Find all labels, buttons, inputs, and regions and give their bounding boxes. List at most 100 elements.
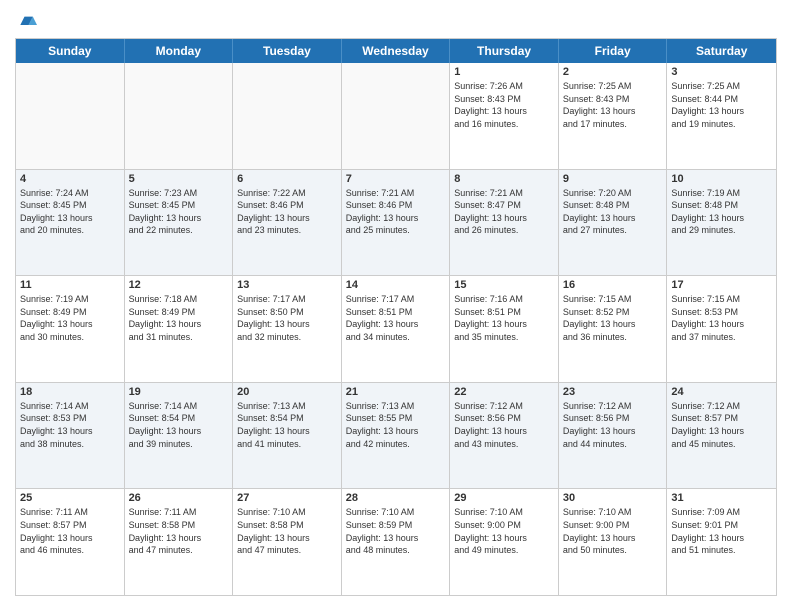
cell-info: Sunrise: 7:24 AMSunset: 8:45 PMDaylight:…	[20, 187, 120, 237]
calendar-cell: 15Sunrise: 7:16 AMSunset: 8:51 PMDayligh…	[450, 276, 559, 382]
day-number: 12	[129, 279, 229, 291]
cell-info: Sunrise: 7:20 AMSunset: 8:48 PMDaylight:…	[563, 187, 663, 237]
day-number: 24	[671, 386, 772, 398]
day-number: 11	[20, 279, 120, 291]
calendar-cell: 11 Sunrise: 7:19 AMSunset: 8:49 PMDayligh…	[16, 276, 125, 382]
cell-info: Sunrise: 7:23 AMSunset: 8:45 PMDaylight:…	[129, 187, 229, 237]
calendar-cell: 22Sunrise: 7:12 AMSunset: 8:56 PMDayligh…	[450, 383, 559, 489]
calendar-cell	[125, 63, 234, 169]
calendar-cell: 14 Sunrise: 7:17 AMSunset: 8:51 PMDayligh…	[342, 276, 451, 382]
calendar-cell: 2Sunrise: 7:25 AMSunset: 8:43 PMDaylight…	[559, 63, 668, 169]
calendar-cell: 3 Sunrise: 7:25 AMSunset: 8:44 PMDaylight…	[667, 63, 776, 169]
calendar-body: 1 Sunrise: 7:26 AMSunset: 8:43 PMDaylight…	[16, 63, 776, 595]
calendar-cell: 27 Sunrise: 7:10 AMSunset: 8:58 PMDayligh…	[233, 489, 342, 595]
day-number: 20	[237, 386, 337, 398]
cell-info: Sunrise: 7:14 AMSunset: 8:54 PMDaylight:…	[129, 400, 229, 450]
cell-info: Sunrise: 7:21 AMSunset: 8:46 PMDaylight:…	[346, 187, 446, 237]
day-number: 13	[237, 279, 337, 291]
calendar-cell	[16, 63, 125, 169]
logo	[15, 10, 37, 30]
calendar-header-wednesday: Wednesday	[342, 39, 451, 63]
cell-info: Sunrise: 7:21 AMSunset: 8:47 PMDaylight:…	[454, 187, 554, 237]
day-number: 31	[671, 492, 772, 504]
day-number: 17	[671, 279, 772, 291]
calendar-cell: 1 Sunrise: 7:26 AMSunset: 8:43 PMDaylight…	[450, 63, 559, 169]
cell-info: Sunrise: 7:19 AMSunset: 8:48 PMDaylight:…	[671, 187, 772, 237]
calendar-cell: 9Sunrise: 7:20 AMSunset: 8:48 PMDaylight…	[559, 170, 668, 276]
cell-info: Sunrise: 7:13 AMSunset: 8:55 PMDaylight:…	[346, 400, 446, 450]
cell-info: Sunrise: 7:12 AMSunset: 8:57 PMDaylight:…	[671, 400, 772, 450]
calendar-header-thursday: Thursday	[450, 39, 559, 63]
calendar-header-friday: Friday	[559, 39, 668, 63]
calendar-row-2: 11 Sunrise: 7:19 AMSunset: 8:49 PMDayligh…	[16, 275, 776, 382]
cell-info: Sunrise: 7:17 AMSunset: 8:51 PMDaylight:…	[346, 293, 446, 343]
day-number: 5	[129, 173, 229, 185]
calendar-cell: 5 Sunrise: 7:23 AMSunset: 8:45 PMDaylight…	[125, 170, 234, 276]
calendar-cell: 30Sunrise: 7:10 AMSunset: 9:00 PMDayligh…	[559, 489, 668, 595]
day-number: 15	[454, 279, 554, 291]
calendar: SundayMondayTuesdayWednesdayThursdayFrid…	[15, 38, 777, 596]
day-number: 28	[346, 492, 446, 504]
calendar-cell: 17 Sunrise: 7:15 AMSunset: 8:53 PMDayligh…	[667, 276, 776, 382]
calendar-header-tuesday: Tuesday	[233, 39, 342, 63]
day-number: 4	[20, 173, 120, 185]
day-number: 19	[129, 386, 229, 398]
calendar-cell: 4 Sunrise: 7:24 AMSunset: 8:45 PMDaylight…	[16, 170, 125, 276]
calendar-cell: 7 Sunrise: 7:21 AMSunset: 8:46 PMDaylight…	[342, 170, 451, 276]
calendar-cell: 18 Sunrise: 7:14 AMSunset: 8:53 PMDayligh…	[16, 383, 125, 489]
cell-info: Sunrise: 7:25 AMSunset: 8:44 PMDaylight:…	[671, 80, 772, 130]
calendar-row-0: 1 Sunrise: 7:26 AMSunset: 8:43 PMDaylight…	[16, 63, 776, 169]
cell-info: Sunrise: 7:12 AMSunset: 8:56 PMDaylight:…	[563, 400, 663, 450]
calendar-cell: 20 Sunrise: 7:13 AMSunset: 8:54 PMDayligh…	[233, 383, 342, 489]
calendar-cell: 26Sunrise: 7:11 AMSunset: 8:58 PMDayligh…	[125, 489, 234, 595]
calendar-cell: 6 Sunrise: 7:22 AMSunset: 8:46 PMDaylight…	[233, 170, 342, 276]
cell-info: Sunrise: 7:10 AMSunset: 9:00 PMDaylight:…	[454, 506, 554, 556]
day-number: 16	[563, 279, 663, 291]
calendar-cell	[342, 63, 451, 169]
day-number: 6	[237, 173, 337, 185]
cell-info: Sunrise: 7:17 AMSunset: 8:50 PMDaylight:…	[237, 293, 337, 343]
day-number: 27	[237, 492, 337, 504]
calendar-cell: 29 Sunrise: 7:10 AMSunset: 9:00 PMDayligh…	[450, 489, 559, 595]
calendar-cell: 8 Sunrise: 7:21 AMSunset: 8:47 PMDaylight…	[450, 170, 559, 276]
cell-info: Sunrise: 7:25 AMSunset: 8:43 PMDaylight:…	[563, 80, 663, 130]
cell-info: Sunrise: 7:15 AMSunset: 8:53 PMDaylight:…	[671, 293, 772, 343]
calendar-row-1: 4 Sunrise: 7:24 AMSunset: 8:45 PMDaylight…	[16, 169, 776, 276]
calendar-cell: 25Sunrise: 7:11 AMSunset: 8:57 PMDayligh…	[16, 489, 125, 595]
day-number: 10	[671, 173, 772, 185]
calendar-header-saturday: Saturday	[667, 39, 776, 63]
cell-info: Sunrise: 7:26 AMSunset: 8:43 PMDaylight:…	[454, 80, 554, 130]
cell-info: Sunrise: 7:19 AMSunset: 8:49 PMDaylight:…	[20, 293, 120, 343]
day-number: 29	[454, 492, 554, 504]
day-number: 1	[454, 66, 554, 78]
calendar-cell: 28Sunrise: 7:10 AMSunset: 8:59 PMDayligh…	[342, 489, 451, 595]
calendar-row-3: 18 Sunrise: 7:14 AMSunset: 8:53 PMDayligh…	[16, 382, 776, 489]
day-number: 25	[20, 492, 120, 504]
cell-info: Sunrise: 7:15 AMSunset: 8:52 PMDaylight:…	[563, 293, 663, 343]
day-number: 22	[454, 386, 554, 398]
day-number: 14	[346, 279, 446, 291]
calendar-cell	[233, 63, 342, 169]
day-number: 18	[20, 386, 120, 398]
day-number: 21	[346, 386, 446, 398]
cell-info: Sunrise: 7:09 AMSunset: 9:01 PMDaylight:…	[671, 506, 772, 556]
day-number: 30	[563, 492, 663, 504]
cell-info: Sunrise: 7:22 AMSunset: 8:46 PMDaylight:…	[237, 187, 337, 237]
calendar-cell: 13 Sunrise: 7:17 AMSunset: 8:50 PMDayligh…	[233, 276, 342, 382]
day-number: 8	[454, 173, 554, 185]
day-number: 26	[129, 492, 229, 504]
day-number: 7	[346, 173, 446, 185]
calendar-cell: 24 Sunrise: 7:12 AMSunset: 8:57 PMDayligh…	[667, 383, 776, 489]
cell-info: Sunrise: 7:14 AMSunset: 8:53 PMDaylight:…	[20, 400, 120, 450]
cell-info: Sunrise: 7:13 AMSunset: 8:54 PMDaylight:…	[237, 400, 337, 450]
calendar-row-4: 25Sunrise: 7:11 AMSunset: 8:57 PMDayligh…	[16, 488, 776, 595]
cell-info: Sunrise: 7:10 AMSunset: 8:58 PMDaylight:…	[237, 506, 337, 556]
calendar-header-monday: Monday	[125, 39, 234, 63]
calendar-cell: 16 Sunrise: 7:15 AMSunset: 8:52 PMDayligh…	[559, 276, 668, 382]
logo-icon	[17, 10, 37, 30]
page: SundayMondayTuesdayWednesdayThursdayFrid…	[0, 0, 792, 612]
day-number: 3	[671, 66, 772, 78]
calendar-cell: 12Sunrise: 7:18 AMSunset: 8:49 PMDayligh…	[125, 276, 234, 382]
calendar-cell: 10 Sunrise: 7:19 AMSunset: 8:48 PMDayligh…	[667, 170, 776, 276]
calendar-cell: 19 Sunrise: 7:14 AMSunset: 8:54 PMDayligh…	[125, 383, 234, 489]
